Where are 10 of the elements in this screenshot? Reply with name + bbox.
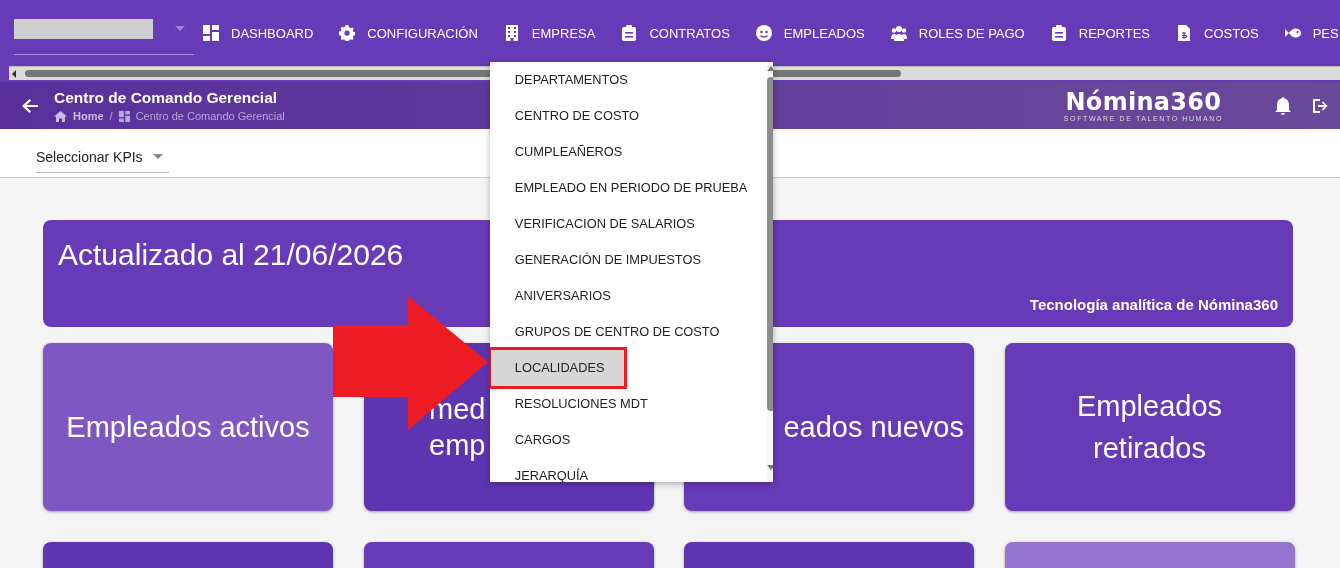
breadcrumb-separator: / [109,110,113,122]
banner-caption: Tecnología analítica de Nómina360 [1029,296,1278,313]
card-label: Empleados [1076,389,1223,424]
card-label: Empleados activos [66,410,310,445]
breadcrumb-current: Centro de Comando Gerencial [135,110,285,122]
page-title: Centro de Comando Gerencial [54,89,279,107]
banner-title: Actualizado al 21/06/2026 [58,238,404,272]
card-label: retirados [1093,431,1206,466]
card-label: eados nuevos [783,410,964,445]
card-label: emp [429,428,486,463]
